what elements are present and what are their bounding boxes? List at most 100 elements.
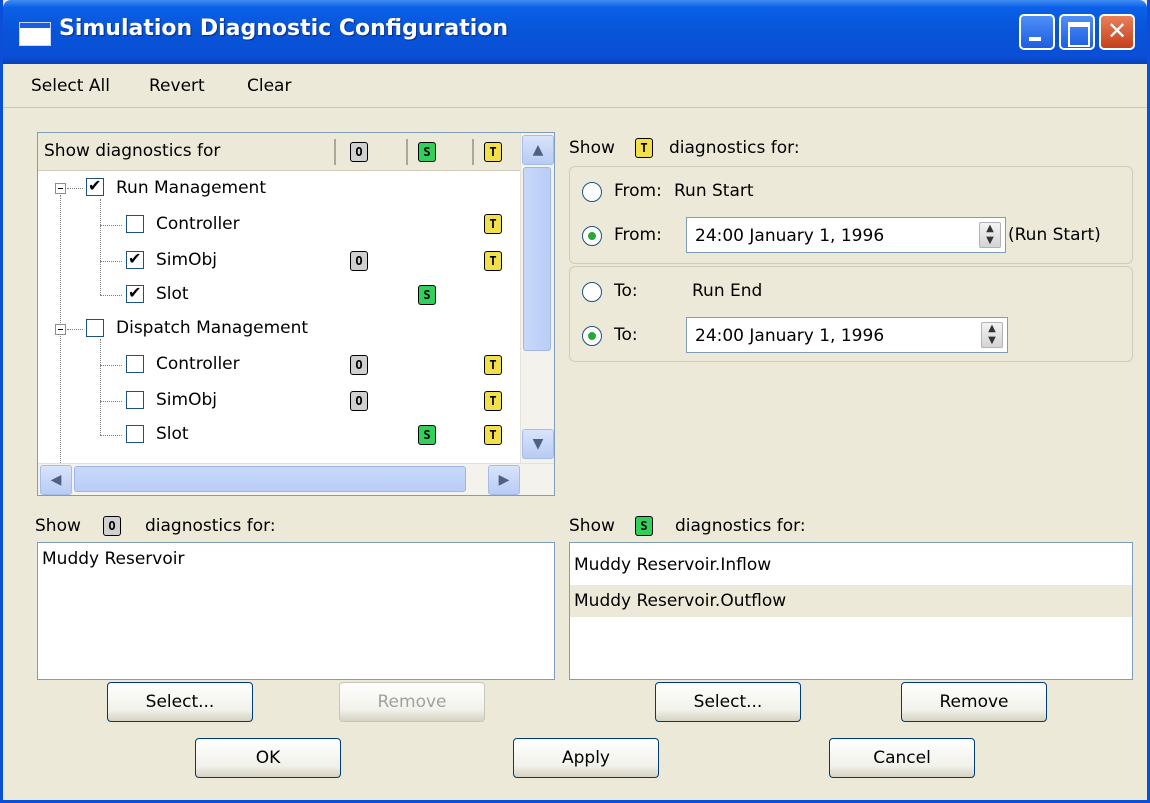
dispatch-simobj-checkbox[interactable] <box>126 391 144 409</box>
run-simobj-checkbox[interactable] <box>126 249 144 269</box>
timing-diag-for-label: diagnostics for: <box>669 138 800 158</box>
slot-badge-icon: S <box>418 425 436 445</box>
tree-line <box>67 329 83 330</box>
object-list[interactable]: Muddy Reservoir <box>37 542 555 680</box>
from-date-spinner[interactable]: 24:00 January 1, 1996 ▲ ▼ <box>686 217 1006 253</box>
window-icon <box>19 22 51 46</box>
collapse-icon[interactable] <box>55 183 66 194</box>
tree-item-slot[interactable]: Slot <box>156 284 189 304</box>
title-bar[interactable]: Simulation Diagnostic Configuration <box>3 0 1147 64</box>
tree-group-dispatch-management[interactable]: Dispatch Management <box>116 318 308 338</box>
menu-select-all[interactable]: Select All <box>31 76 110 96</box>
timing-badge-icon: T <box>484 142 502 162</box>
cancel-button[interactable]: Cancel <box>829 738 975 778</box>
tree-line <box>100 365 122 366</box>
object-remove-button[interactable]: Remove <box>339 682 485 722</box>
dispatch-slot-checkbox[interactable] <box>126 425 144 443</box>
vertical-scrollbar[interactable]: ▲ ▼ <box>520 133 554 463</box>
tree-line <box>100 339 101 435</box>
timing-badge-icon: T <box>484 425 502 445</box>
from-date-radio[interactable] <box>582 226 602 246</box>
slot-remove-button[interactable]: Remove <box>901 682 1047 722</box>
slot-badge-icon: S <box>418 142 436 162</box>
from-group: From: Run Start From: 24:00 January 1, 1… <box>569 166 1133 264</box>
tree-group-run-management[interactable]: Run Management <box>116 178 266 198</box>
apply-button[interactable]: Apply <box>513 738 659 778</box>
tree-line <box>67 188 83 189</box>
tree-item-simobj[interactable]: SimObj <box>156 390 217 410</box>
spinner-arrows-icon[interactable]: ▲ ▼ <box>981 322 1003 348</box>
to-label: To: <box>614 281 638 301</box>
left-arrow-icon[interactable]: ◀ <box>40 465 72 495</box>
tree-line <box>100 401 122 402</box>
list-item[interactable]: Muddy Reservoir.Inflow <box>570 549 1132 581</box>
from-run-start-suffix: (Run Start) <box>1008 225 1101 245</box>
tree-line <box>100 295 122 296</box>
dispatch-management-checkbox[interactable] <box>86 319 104 337</box>
to-date-spinner[interactable]: 24:00 January 1, 1996 ▲ ▼ <box>686 317 1008 353</box>
timing-show-label: Show <box>569 138 615 158</box>
slot-badge-icon: S <box>418 285 436 305</box>
spinner-arrows-icon[interactable]: ▲ ▼ <box>979 222 1001 248</box>
tree-line <box>100 225 122 226</box>
to-run-end-value: Run End <box>692 281 763 301</box>
slot-show-label: Show <box>569 516 615 536</box>
timing-badge-icon: T <box>484 391 502 411</box>
ok-button[interactable]: OK <box>195 738 341 778</box>
from-date-value: 24:00 January 1, 1996 <box>695 226 885 246</box>
to-run-end-radio[interactable] <box>582 282 602 302</box>
header-separator[interactable] <box>406 139 408 165</box>
list-item[interactable]: Muddy Reservoir.Outflow <box>570 585 1132 617</box>
object-badge-icon: O <box>350 355 368 375</box>
menu-bar: Select All Revert Clear <box>3 64 1147 108</box>
menu-clear[interactable]: Clear <box>247 76 291 96</box>
minimize-icon[interactable] <box>1019 14 1055 50</box>
header-separator[interactable] <box>334 139 336 165</box>
tree-item-controller[interactable]: Controller <box>156 214 240 234</box>
timing-badge-icon: T <box>484 214 502 234</box>
run-management-checkbox[interactable] <box>86 176 104 196</box>
tree-header-label: Show diagnostics for <box>44 141 221 161</box>
horizontal-scroll-thumb[interactable] <box>74 466 466 492</box>
from-label: From: <box>614 225 662 245</box>
to-date-radio[interactable] <box>582 326 602 346</box>
from-run-start-value: Run Start <box>674 181 754 201</box>
slot-list[interactable]: Muddy Reservoir.Inflow Muddy Reservoir.O… <box>569 542 1133 680</box>
object-select-button[interactable]: Select... <box>107 682 253 722</box>
run-slot-checkbox[interactable] <box>126 283 144 303</box>
run-controller-checkbox[interactable] <box>126 215 144 233</box>
from-run-start-radio[interactable] <box>582 182 602 202</box>
object-diag-for-label: diagnostics for: <box>145 516 276 536</box>
tree-header[interactable]: Show diagnostics for O S T <box>38 133 520 171</box>
timing-badge-icon: T <box>635 138 653 158</box>
object-badge-icon: O <box>350 251 368 271</box>
tree-item-slot[interactable]: Slot <box>156 424 189 444</box>
slot-badge-icon: S <box>635 516 653 536</box>
vertical-scroll-thumb[interactable] <box>523 167 551 351</box>
close-icon[interactable] <box>1099 14 1135 50</box>
diagnostics-tree[interactable]: Show diagnostics for O S T Run Managemen… <box>37 132 555 496</box>
menu-revert[interactable]: Revert <box>149 76 205 96</box>
tree-line <box>100 435 122 436</box>
right-arrow-icon[interactable]: ▶ <box>488 465 520 495</box>
dialog-window: Simulation Diagnostic Configuration Sele… <box>0 0 1150 803</box>
to-label: To: <box>614 325 638 345</box>
window-title: Simulation Diagnostic Configuration <box>59 16 509 41</box>
up-arrow-icon[interactable]: ▲ <box>522 135 554 165</box>
down-arrow-icon[interactable]: ▼ <box>522 429 554 459</box>
slot-diag-for-label: diagnostics for: <box>675 516 806 536</box>
object-badge-icon: O <box>350 391 368 411</box>
dispatch-controller-checkbox[interactable] <box>126 355 144 373</box>
slot-select-button[interactable]: Select... <box>655 682 801 722</box>
tree-line <box>100 199 101 295</box>
header-separator[interactable] <box>472 139 474 165</box>
collapse-icon[interactable] <box>55 324 66 335</box>
tree-item-simobj[interactable]: SimObj <box>156 250 217 270</box>
tree-item-controller[interactable]: Controller <box>156 354 240 374</box>
maximize-icon[interactable] <box>1059 14 1095 50</box>
tree-line <box>100 261 122 262</box>
object-badge-icon: O <box>350 142 368 162</box>
horizontal-scrollbar[interactable]: ◀ ▶ <box>38 463 554 495</box>
list-item[interactable]: Muddy Reservoir <box>38 543 554 575</box>
to-group: To: Run End To: 24:00 January 1, 1996 ▲ ▼ <box>569 266 1133 362</box>
